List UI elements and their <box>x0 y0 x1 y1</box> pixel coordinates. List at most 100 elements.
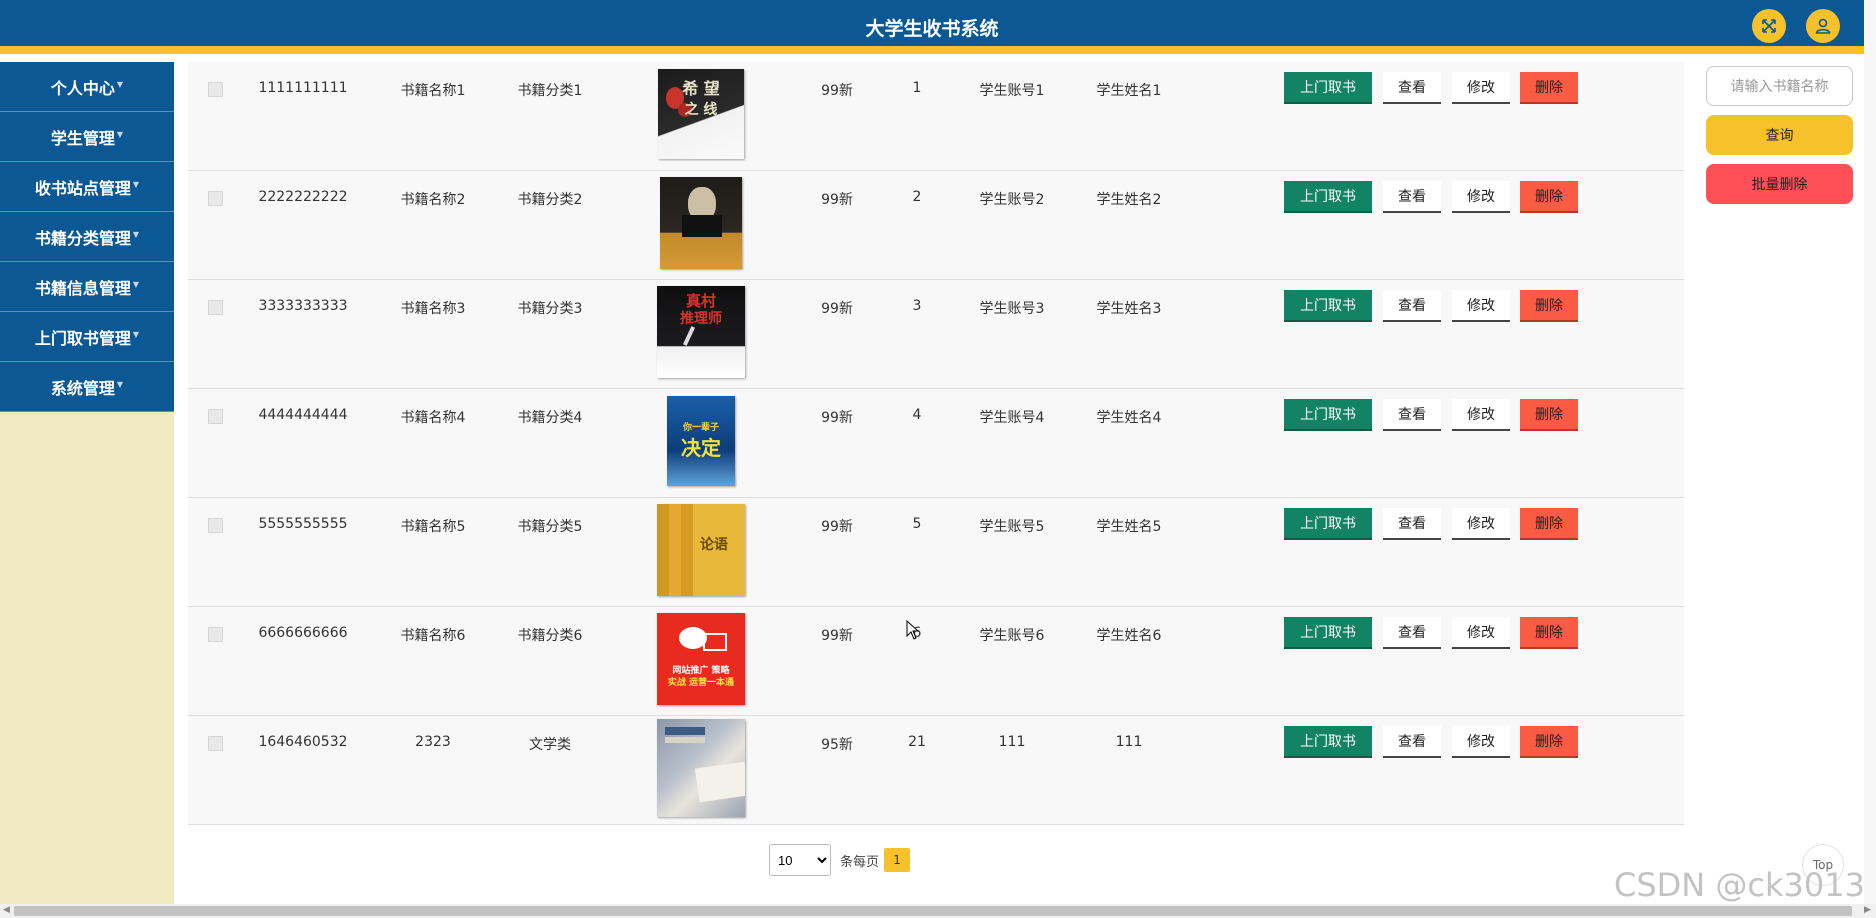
view-button[interactable]: 查看 <box>1383 726 1441 758</box>
view-button[interactable]: 查看 <box>1383 508 1441 540</box>
delete-button[interactable]: 删除 <box>1520 290 1578 322</box>
caret-down-icon: ▼ <box>132 280 140 289</box>
expand-icon <box>1762 19 1776 33</box>
cell-id: 1646460532 <box>258 734 348 750</box>
cell-student-account: 学生账号1 <box>979 83 1045 99</box>
cell-id: 5555555555 <box>258 516 348 532</box>
user-button[interactable] <box>1806 9 1840 43</box>
sidebar-item-pickup-management[interactable]: 上门取书管理 ▼ <box>0 312 174 362</box>
sidebar-item-system-management[interactable]: 系统管理 ▼ <box>0 362 174 412</box>
cell-id: 2222222222 <box>258 189 348 205</box>
scroll-right-icon[interactable]: ▶ <box>1864 905 1871 915</box>
caret-down-icon: ▼ <box>116 130 124 139</box>
cell-name: 书籍名称3 <box>400 301 466 317</box>
view-button[interactable]: 查看 <box>1383 290 1441 322</box>
edit-button[interactable]: 修改 <box>1452 399 1510 431</box>
book-cover-6: 网站推广 策略 实战 运营一本通 <box>657 613 745 705</box>
pickup-button[interactable]: 上门取书 <box>1284 726 1372 758</box>
batch-delete-button[interactable]: 批量删除 <box>1706 164 1853 204</box>
row-checkbox[interactable] <box>208 736 223 751</box>
cell-name: 书籍名称1 <box>400 83 466 99</box>
query-button[interactable]: 查询 <box>1706 115 1853 155</box>
user-icon <box>1815 18 1831 34</box>
edit-button[interactable]: 修改 <box>1452 617 1510 649</box>
sidebar-item-book-info-management[interactable]: 书籍信息管理 ▼ <box>0 262 174 312</box>
cell-condition: 99新 <box>821 519 853 535</box>
scrollbar-thumb[interactable] <box>14 906 1852 916</box>
edit-button[interactable]: 修改 <box>1452 72 1510 104</box>
delete-button[interactable]: 删除 <box>1520 399 1578 431</box>
view-button[interactable]: 查看 <box>1383 181 1441 213</box>
sidebar-item-label: 书籍信息管理 <box>34 278 131 298</box>
edit-button[interactable]: 修改 <box>1452 181 1510 213</box>
pickup-button[interactable]: 上门取书 <box>1284 290 1372 322</box>
vertical-scrollbar[interactable] <box>1864 0 1876 904</box>
edit-button[interactable]: 修改 <box>1452 290 1510 322</box>
view-button[interactable]: 查看 <box>1383 72 1441 104</box>
cell-quantity: 5 <box>912 516 922 532</box>
fullscreen-button[interactable] <box>1752 9 1786 43</box>
cell-condition: 95新 <box>821 737 853 753</box>
pickup-button[interactable]: 上门取书 <box>1284 508 1372 540</box>
edit-button[interactable]: 修改 <box>1452 508 1510 540</box>
cell-name: 2323 <box>415 734 451 750</box>
sidebar-item-student-management[interactable]: 学生管理 ▼ <box>0 112 174 162</box>
delete-button[interactable]: 删除 <box>1520 181 1578 213</box>
sidebar-item-label: 收书站点管理 <box>34 178 131 198</box>
view-button[interactable]: 查看 <box>1383 617 1441 649</box>
sidebar-item-personal-center[interactable]: 个人中心 ▼ <box>0 62 174 112</box>
pickup-button[interactable]: 上门取书 <box>1284 72 1372 104</box>
row-checkbox[interactable] <box>208 191 223 206</box>
scroll-left-icon[interactable]: ◀ <box>3 905 10 915</box>
row-checkbox[interactable] <box>208 82 223 97</box>
pickup-button[interactable]: 上门取书 <box>1284 181 1372 213</box>
pickup-button[interactable]: 上门取书 <box>1284 399 1372 431</box>
cell-student-account: 111 <box>998 734 1026 750</box>
sidebar-item-station-management[interactable]: 收书站点管理 ▼ <box>0 162 174 212</box>
cell-name: 书籍名称5 <box>400 519 466 535</box>
row-checkbox[interactable] <box>208 518 223 533</box>
cell-category: 书籍分类4 <box>517 410 583 426</box>
caret-down-icon: ▼ <box>116 80 124 89</box>
page-size-select[interactable]: 10 <box>769 844 831 876</box>
row-checkbox[interactable] <box>208 409 223 424</box>
row-checkbox[interactable] <box>208 300 223 315</box>
sidebar-item-category-management[interactable]: 书籍分类管理 ▼ <box>0 212 174 262</box>
row-checkbox[interactable] <box>208 627 223 642</box>
watermark: CSDN @ck3013 <box>1614 866 1865 904</box>
cell-student-name: 学生姓名1 <box>1096 83 1162 99</box>
book-cover-5: 论语 <box>657 504 745 596</box>
table-row: 6666666666 书籍名称6 书籍分类6 网站推广 策略 实战 运营一本通 … <box>188 607 1684 716</box>
cell-condition: 99新 <box>821 301 853 317</box>
delete-button[interactable]: 删除 <box>1520 617 1578 649</box>
app-title: 大学生收书系统 <box>865 18 999 40</box>
edit-button[interactable]: 修改 <box>1452 726 1510 758</box>
search-panel: 查询 批量删除 <box>1706 66 1853 204</box>
page-number-current[interactable]: 1 <box>884 848 911 872</box>
book-name-search-input[interactable] <box>1706 66 1853 106</box>
pickup-button[interactable]: 上门取书 <box>1284 617 1372 649</box>
sidebar-item-label: 系统管理 <box>50 378 115 398</box>
delete-button[interactable]: 删除 <box>1520 72 1578 104</box>
horizontal-scrollbar[interactable]: ◀ ▶ <box>0 904 1876 918</box>
cell-id: 1111111111 <box>258 80 348 96</box>
sidebar-item-label: 学生管理 <box>50 128 115 148</box>
caret-down-icon: ▼ <box>132 330 140 339</box>
view-button[interactable]: 查看 <box>1383 399 1441 431</box>
book-table: 1111111111 书籍名称1 书籍分类1 希 望 之 线 99新 1 学生账… <box>188 62 1684 825</box>
table-row: 4444444444 书籍名称4 书籍分类4 你一辈子 决定 99新 4 学生账… <box>188 389 1684 498</box>
book-cover-1: 希 望 之 线 <box>657 68 745 160</box>
delete-button[interactable]: 删除 <box>1520 508 1578 540</box>
cell-student-name: 学生姓名4 <box>1096 410 1162 426</box>
cell-student-account: 学生账号4 <box>979 410 1045 426</box>
cell-student-name: 111 <box>1115 734 1143 750</box>
cell-quantity: 3 <box>912 298 922 314</box>
delete-button[interactable]: 删除 <box>1520 726 1578 758</box>
cell-student-account: 学生账号2 <box>979 192 1045 208</box>
cell-id: 4444444444 <box>258 407 348 423</box>
sidebar-item-label: 个人中心 <box>50 78 115 98</box>
sidebar: 个人中心 ▼ 学生管理 ▼ 收书站点管理 ▼ 书籍分类管理 ▼ 书籍信息管理 ▼ 上门取书… <box>0 62 174 908</box>
cell-category: 书籍分类5 <box>517 519 583 535</box>
cell-student-account: 学生账号5 <box>979 519 1045 535</box>
sidebar-item-label: 上门取书管理 <box>34 328 131 348</box>
